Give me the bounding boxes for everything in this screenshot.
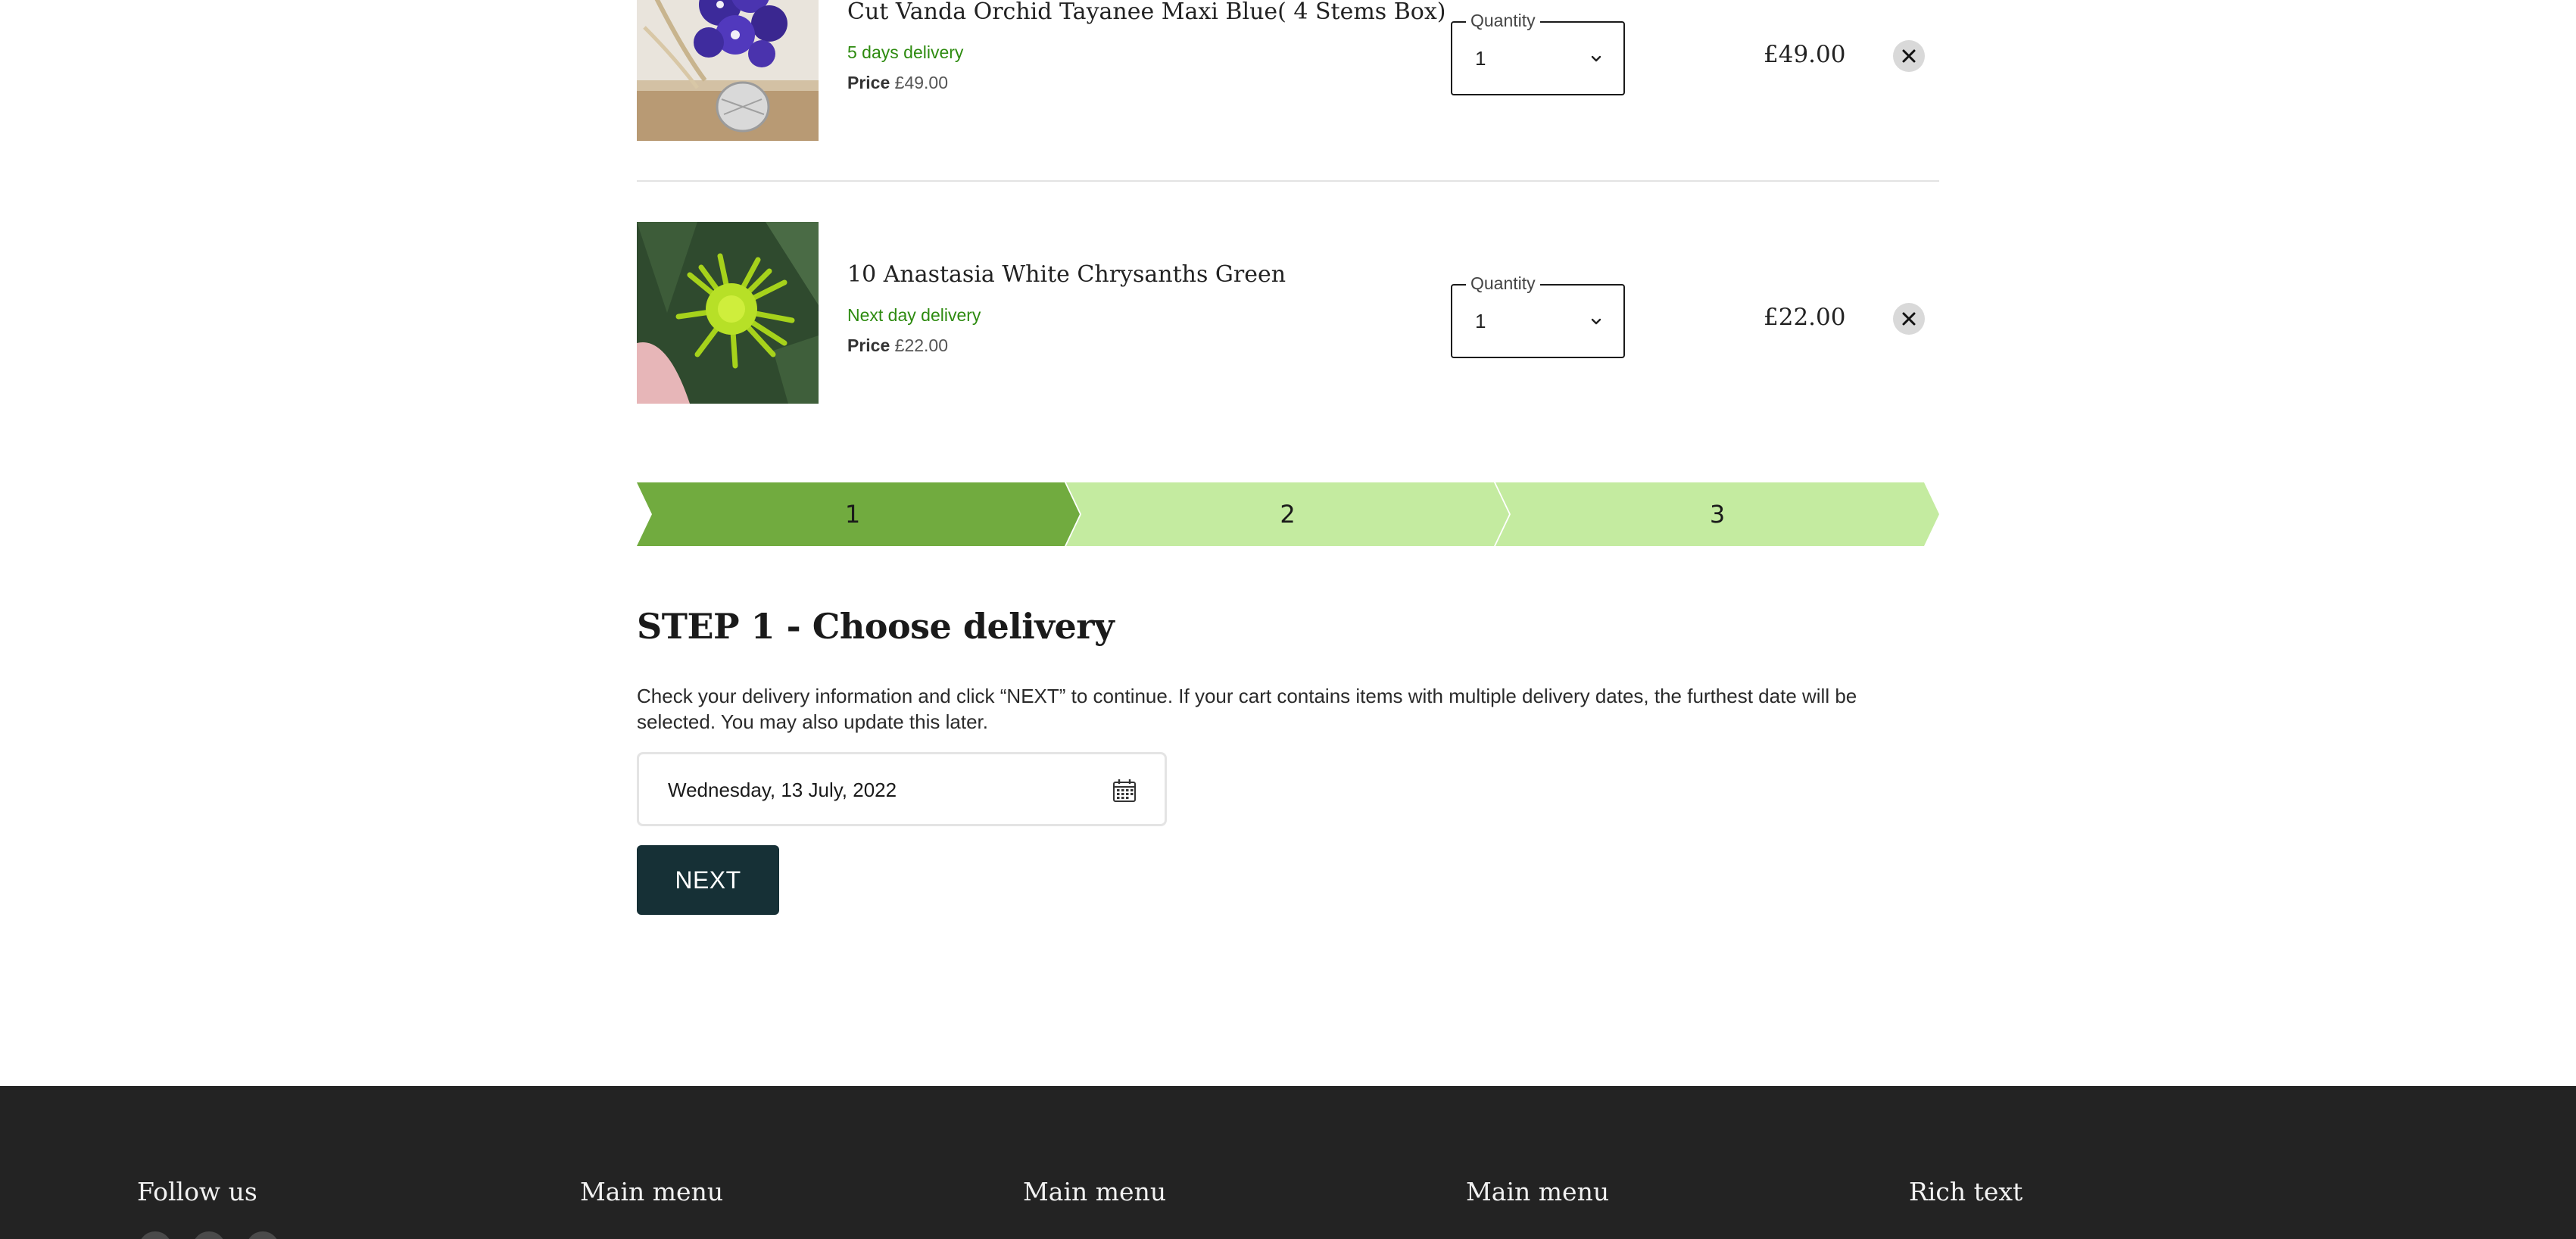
vanda-orchid-photo [637, 0, 819, 141]
quantity-value: 1 [1475, 310, 1486, 332]
site-footer: Follow us Main menu Main menu Main menu … [0, 1086, 2576, 1239]
step-1-label: 1 [844, 500, 861, 529]
quantity-label: Quantity [1466, 273, 1540, 294]
cart-item: Cut Vanda Orchid Tayanee Maxi Blue( 4 St… [637, 0, 1939, 141]
close-icon [1902, 49, 1916, 63]
step-heading: STEP 1 - Choose delivery [637, 606, 1115, 647]
footer-heading-main-menu: Main menu [1466, 1177, 1610, 1206]
price-label: Price [847, 73, 890, 92]
line-total: £49.00 [1764, 41, 1846, 68]
product-image[interactable] [637, 0, 819, 141]
product-title[interactable]: Cut Vanda Orchid Tayanee Maxi Blue( 4 St… [847, 0, 1445, 25]
step-2-label: 2 [1280, 500, 1296, 529]
quantity-select[interactable]: Quantity 1 [1451, 273, 1625, 358]
unit-price: Price £22.00 [847, 335, 948, 356]
chevron-down-icon [1591, 318, 1601, 325]
quantity-label: Quantity [1466, 11, 1540, 31]
price-label: Price [847, 335, 890, 355]
price-value: £49.00 [894, 73, 949, 92]
close-icon [1902, 312, 1916, 326]
step-description: Check your delivery information and clic… [637, 685, 1857, 733]
social-icon[interactable] [139, 1231, 172, 1239]
delivery-date-value: Wednesday, 13 July, 2022 [668, 779, 897, 801]
step-3-label: 3 [1709, 500, 1726, 529]
chevron-down-icon [1591, 55, 1601, 62]
next-button[interactable]: NEXT [637, 845, 779, 915]
remove-item-button[interactable] [1893, 40, 1925, 72]
line-total: £22.00 [1764, 304, 1846, 331]
calendar-icon[interactable] [1112, 778, 1137, 804]
delivery-estimate: 5 days delivery [847, 42, 964, 62]
footer-heading-main-menu: Main menu [580, 1177, 724, 1206]
social-icon[interactable] [246, 1231, 279, 1239]
step-3[interactable]: 3 [1495, 482, 1939, 546]
product-image[interactable] [637, 222, 819, 404]
checkout-steps: 1 2 3 [637, 482, 1939, 546]
price-value: £22.00 [894, 335, 949, 355]
delivery-date-input[interactable]: Wednesday, 13 July, 2022 [637, 752, 1167, 826]
unit-price: Price £49.00 [847, 73, 948, 93]
chrysanthemum-photo [637, 222, 819, 404]
step-1[interactable]: 1 [637, 482, 1080, 546]
footer-heading-rich-text: Rich text [1909, 1177, 2023, 1206]
cart-item: 10 Anastasia White Chrysanths Green Next… [637, 222, 1939, 404]
footer-heading-follow-us: Follow us [137, 1177, 257, 1206]
quantity-value: 1 [1475, 47, 1486, 70]
step-2[interactable]: 2 [1066, 482, 1509, 546]
product-title[interactable]: 10 Anastasia White Chrysanths Green [847, 261, 1286, 288]
quantity-select[interactable]: Quantity 1 [1451, 11, 1625, 95]
footer-heading-main-menu: Main menu [1023, 1177, 1167, 1206]
social-icon[interactable] [192, 1231, 226, 1239]
delivery-estimate: Next day delivery [847, 305, 981, 325]
cart-divider [637, 180, 1939, 182]
remove-item-button[interactable] [1893, 303, 1925, 335]
